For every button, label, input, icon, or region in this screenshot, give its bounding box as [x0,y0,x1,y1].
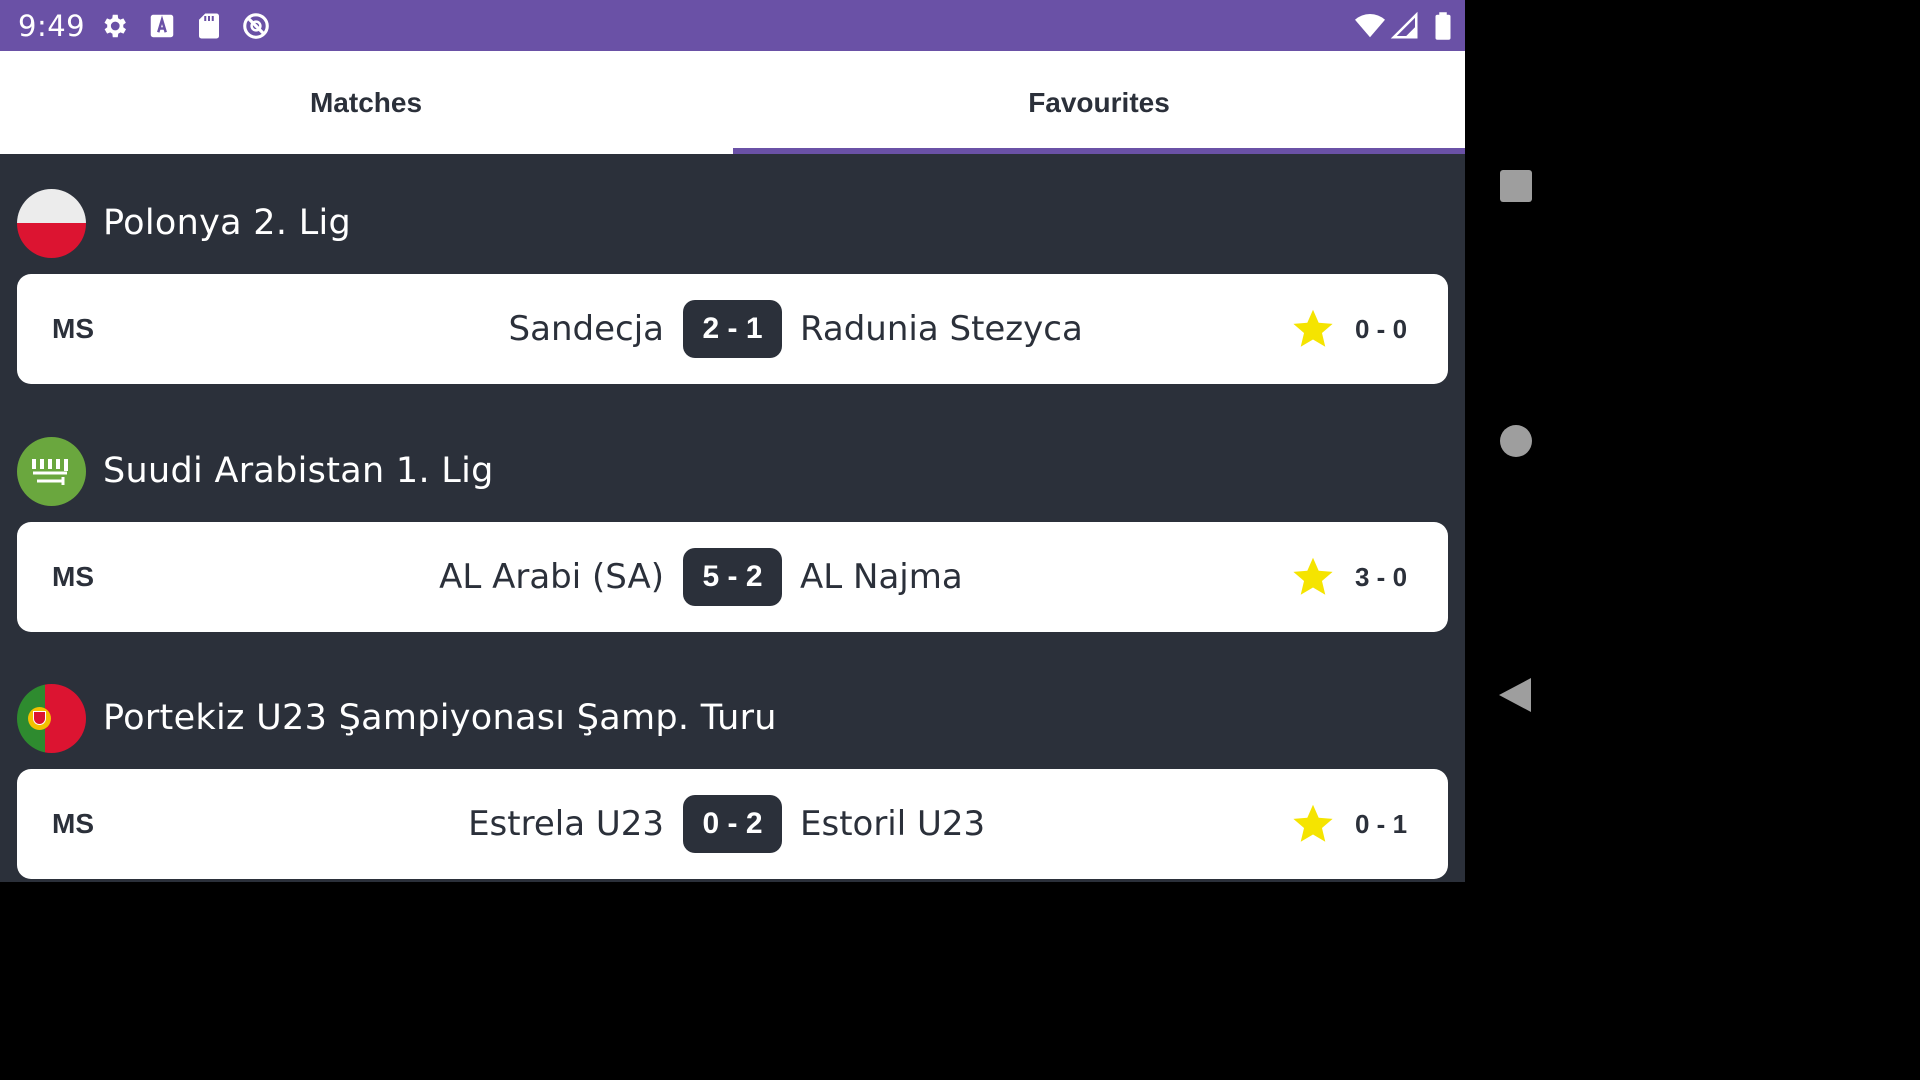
match-status: MS [52,313,94,344]
back-icon[interactable] [1497,676,1533,714]
home-icon[interactable] [1499,424,1533,458]
saudi-arabia-flag-icon [17,436,86,506]
match-score: 5 - 2 [683,548,782,606]
status-time: 9:49 [18,9,86,43]
away-team: Estoril U23 [800,804,986,844]
away-team: AL Najma [800,557,963,597]
favourite-star-icon[interactable] [1290,555,1336,599]
halftime-score: 0 - 0 [1355,314,1408,344]
sd-card-icon [199,13,219,39]
portugal-flag-icon [17,683,86,753]
league-header: Portekiz U23 Şampiyonası Şamp. Turu [17,683,777,753]
recents-icon[interactable] [1499,169,1533,203]
wifi-icon [1355,14,1385,38]
match-status: MS [52,808,94,839]
app-screen: 9:49 Matches Favourites Polonya 2. Lig M… [0,0,1465,882]
match-card[interactable]: MS Estrela U23 0 - 2 Estoril U23 0 - 1 [17,769,1448,879]
no-sync-icon [243,13,269,39]
league-name: Polonya 2. Lig [103,203,352,243]
signal-icon [1390,11,1418,39]
league-name: Portekiz U23 Şampiyonası Şamp. Turu [103,698,777,738]
a-keyboard-icon [150,14,174,38]
league-name: Suudi Arabistan 1. Lig [103,451,494,491]
tab-bar: Matches Favourites [0,51,1465,154]
away-team: Radunia Stezyca [800,309,1083,349]
home-team: Estrela U23 [468,804,664,844]
favourite-star-icon[interactable] [1290,802,1336,846]
tab-matches[interactable]: Matches [0,51,732,154]
home-team: Sandecja [508,309,664,349]
gear-icon [104,14,126,38]
favourites-list[interactable]: Polonya 2. Lig MS Sandecja 2 - 1 Radunia… [0,154,1465,882]
match-status: MS [52,561,94,592]
match-card[interactable]: MS Sandecja 2 - 1 Radunia Stezyca 0 - 0 [17,274,1448,384]
battery-icon [1435,12,1451,40]
match-score: 0 - 2 [683,795,782,853]
poland-flag-icon [17,188,86,258]
navigation-bar [1465,0,1568,882]
match-card[interactable]: MS AL Arabi (SA) 5 - 2 AL Najma 3 - 0 [17,522,1448,632]
match-score: 2 - 1 [683,300,782,358]
halftime-score: 3 - 0 [1355,562,1408,592]
favourite-star-icon[interactable] [1290,307,1336,351]
tab-favourites[interactable]: Favourites [733,51,1465,154]
league-header: Polonya 2. Lig [17,188,351,258]
status-bar: 9:49 [0,0,1465,51]
league-header: Suudi Arabistan 1. Lig [17,436,494,506]
home-team: AL Arabi (SA) [439,557,664,597]
halftime-score: 0 - 1 [1355,809,1408,839]
